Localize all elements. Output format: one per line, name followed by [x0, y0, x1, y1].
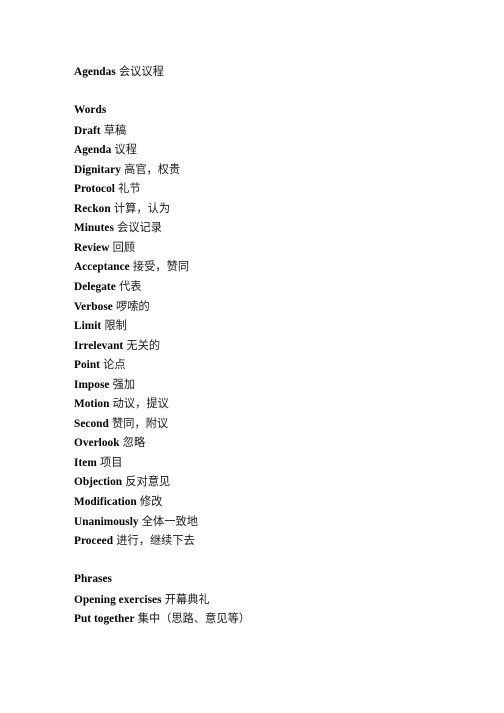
vocabulary-entry: Dignitary 高官，权贵	[74, 160, 484, 180]
vocabulary-entry: Point 论点	[74, 355, 484, 375]
entry-term: Agenda	[74, 144, 112, 157]
entry-gloss: 限制	[104, 319, 127, 333]
document-body: Agendas 会议议程 Words Draft 草稿 Agenda 议程 Digni…	[74, 62, 484, 629]
entry-term: Irrelevant	[74, 339, 124, 352]
vocabulary-entry: Second 赞同，附议	[74, 414, 484, 434]
entry-term: Overlook	[74, 437, 120, 450]
entry-term: Put together	[74, 613, 135, 626]
entry-term: Modification	[74, 496, 137, 509]
entry-gloss: 论点	[103, 358, 126, 372]
entry-term: Proceed	[74, 535, 114, 548]
entry-gloss: 修改	[139, 495, 163, 509]
entry-gloss: 会议记录	[117, 221, 163, 235]
entry-term: Unanimously	[74, 515, 139, 528]
entry-term: Item	[74, 456, 97, 469]
entry-gloss: 赞同，附议	[112, 416, 169, 430]
entry-gloss: 反对意见	[125, 475, 171, 489]
phrase-entry: Put together 集中（思路、意见等）	[74, 609, 484, 629]
entry-gloss: 集中（思路、意见等）	[137, 612, 251, 626]
section-heading-phrases-label: Phrases	[74, 573, 113, 586]
vocabulary-entry: Limit 限制	[74, 316, 484, 336]
entry-gloss: 忽略	[122, 436, 146, 450]
entry-gloss: 高官，权贵	[124, 162, 181, 176]
vocabulary-entry: Acceptance 接受，赞同	[74, 257, 484, 277]
entry-term: Verbose	[74, 300, 113, 313]
entry-term: Opening exercises	[74, 593, 162, 606]
entry-gloss: 接受，赞同	[132, 260, 190, 274]
entry-gloss: 草稿	[103, 123, 127, 137]
entry-term: Point	[74, 359, 100, 372]
vocabulary-entry: Proceed 进行，继续下去	[74, 531, 484, 551]
entry-term: Protocol	[74, 183, 115, 196]
entry-gloss: 礼节	[118, 182, 141, 196]
entry-term: Second	[74, 417, 109, 430]
entry-term: Dignitary	[74, 163, 121, 176]
document-title-line: Agendas 会议议程	[74, 62, 484, 82]
entry-term: Review	[74, 241, 110, 254]
entry-gloss: 代表	[119, 280, 142, 294]
vocabulary-entry: Overlook 忽略	[74, 433, 484, 453]
entry-gloss: 啰嗦的	[116, 299, 150, 313]
entry-term: Reckon	[74, 202, 111, 215]
document-page: Agendas 会议议程 Words Draft 草稿 Agenda 议程 Digni…	[0, 0, 504, 713]
section-heading-phrases: Phrases	[74, 570, 484, 590]
vocabulary-entry: Reckon 计算，认为	[74, 199, 484, 219]
entry-gloss: 进行，继续下去	[116, 534, 195, 548]
vocabulary-entry: Objection 反对意见	[74, 472, 484, 492]
entry-term: Limit	[74, 320, 102, 333]
entry-gloss: 项目	[99, 455, 123, 469]
vocabulary-entry: Item 项目	[74, 453, 484, 473]
vocabulary-entry: Unanimously 全体一致地	[74, 512, 484, 532]
entry-gloss: 议程	[114, 143, 138, 157]
entry-gloss: 回顾	[112, 240, 136, 254]
document-title-gloss: 会议议程	[118, 65, 164, 78]
vocabulary-entry: Draft 草稿	[74, 121, 484, 141]
vocabulary-entry: Modification 修改	[74, 492, 484, 512]
phrase-entry: Opening exercises 开幕典礼	[74, 590, 484, 610]
entry-term: Motion	[74, 398, 110, 411]
vocabulary-entry: Delegate 代表	[74, 277, 484, 297]
entry-term: Objection	[74, 476, 123, 489]
entry-term: Acceptance	[74, 261, 130, 274]
vocabulary-entry: Motion 动议，提议	[74, 394, 484, 414]
section-heading-words: Words	[74, 101, 484, 121]
vocabulary-entry: Agenda 议程	[74, 140, 484, 160]
document-title-term: Agendas	[74, 66, 116, 78]
vocabulary-entry: Review 回顾	[74, 238, 484, 258]
vocabulary-entry: Irrelevant 无关的	[74, 336, 484, 356]
entry-gloss: 全体一致地	[141, 514, 198, 528]
vocabulary-entry: Minutes 会议记录	[74, 218, 484, 238]
entry-term: Delegate	[74, 281, 116, 294]
entry-gloss: 开幕典礼	[164, 592, 210, 606]
vocabulary-entry: Verbose 啰嗦的	[74, 297, 484, 317]
entry-gloss: 计算，认为	[113, 201, 171, 215]
section-heading-words-label: Words	[74, 104, 107, 117]
entry-term: Draft	[74, 124, 101, 137]
entry-gloss: 动议，提议	[112, 397, 169, 411]
entry-gloss: 无关的	[126, 338, 161, 352]
entry-gloss: 强加	[112, 377, 136, 391]
vocabulary-entry: Protocol 礼节	[74, 179, 484, 199]
entry-term: Minutes	[74, 222, 114, 235]
vocabulary-entry: Impose 强加	[74, 375, 484, 395]
entry-term: Impose	[74, 378, 110, 391]
